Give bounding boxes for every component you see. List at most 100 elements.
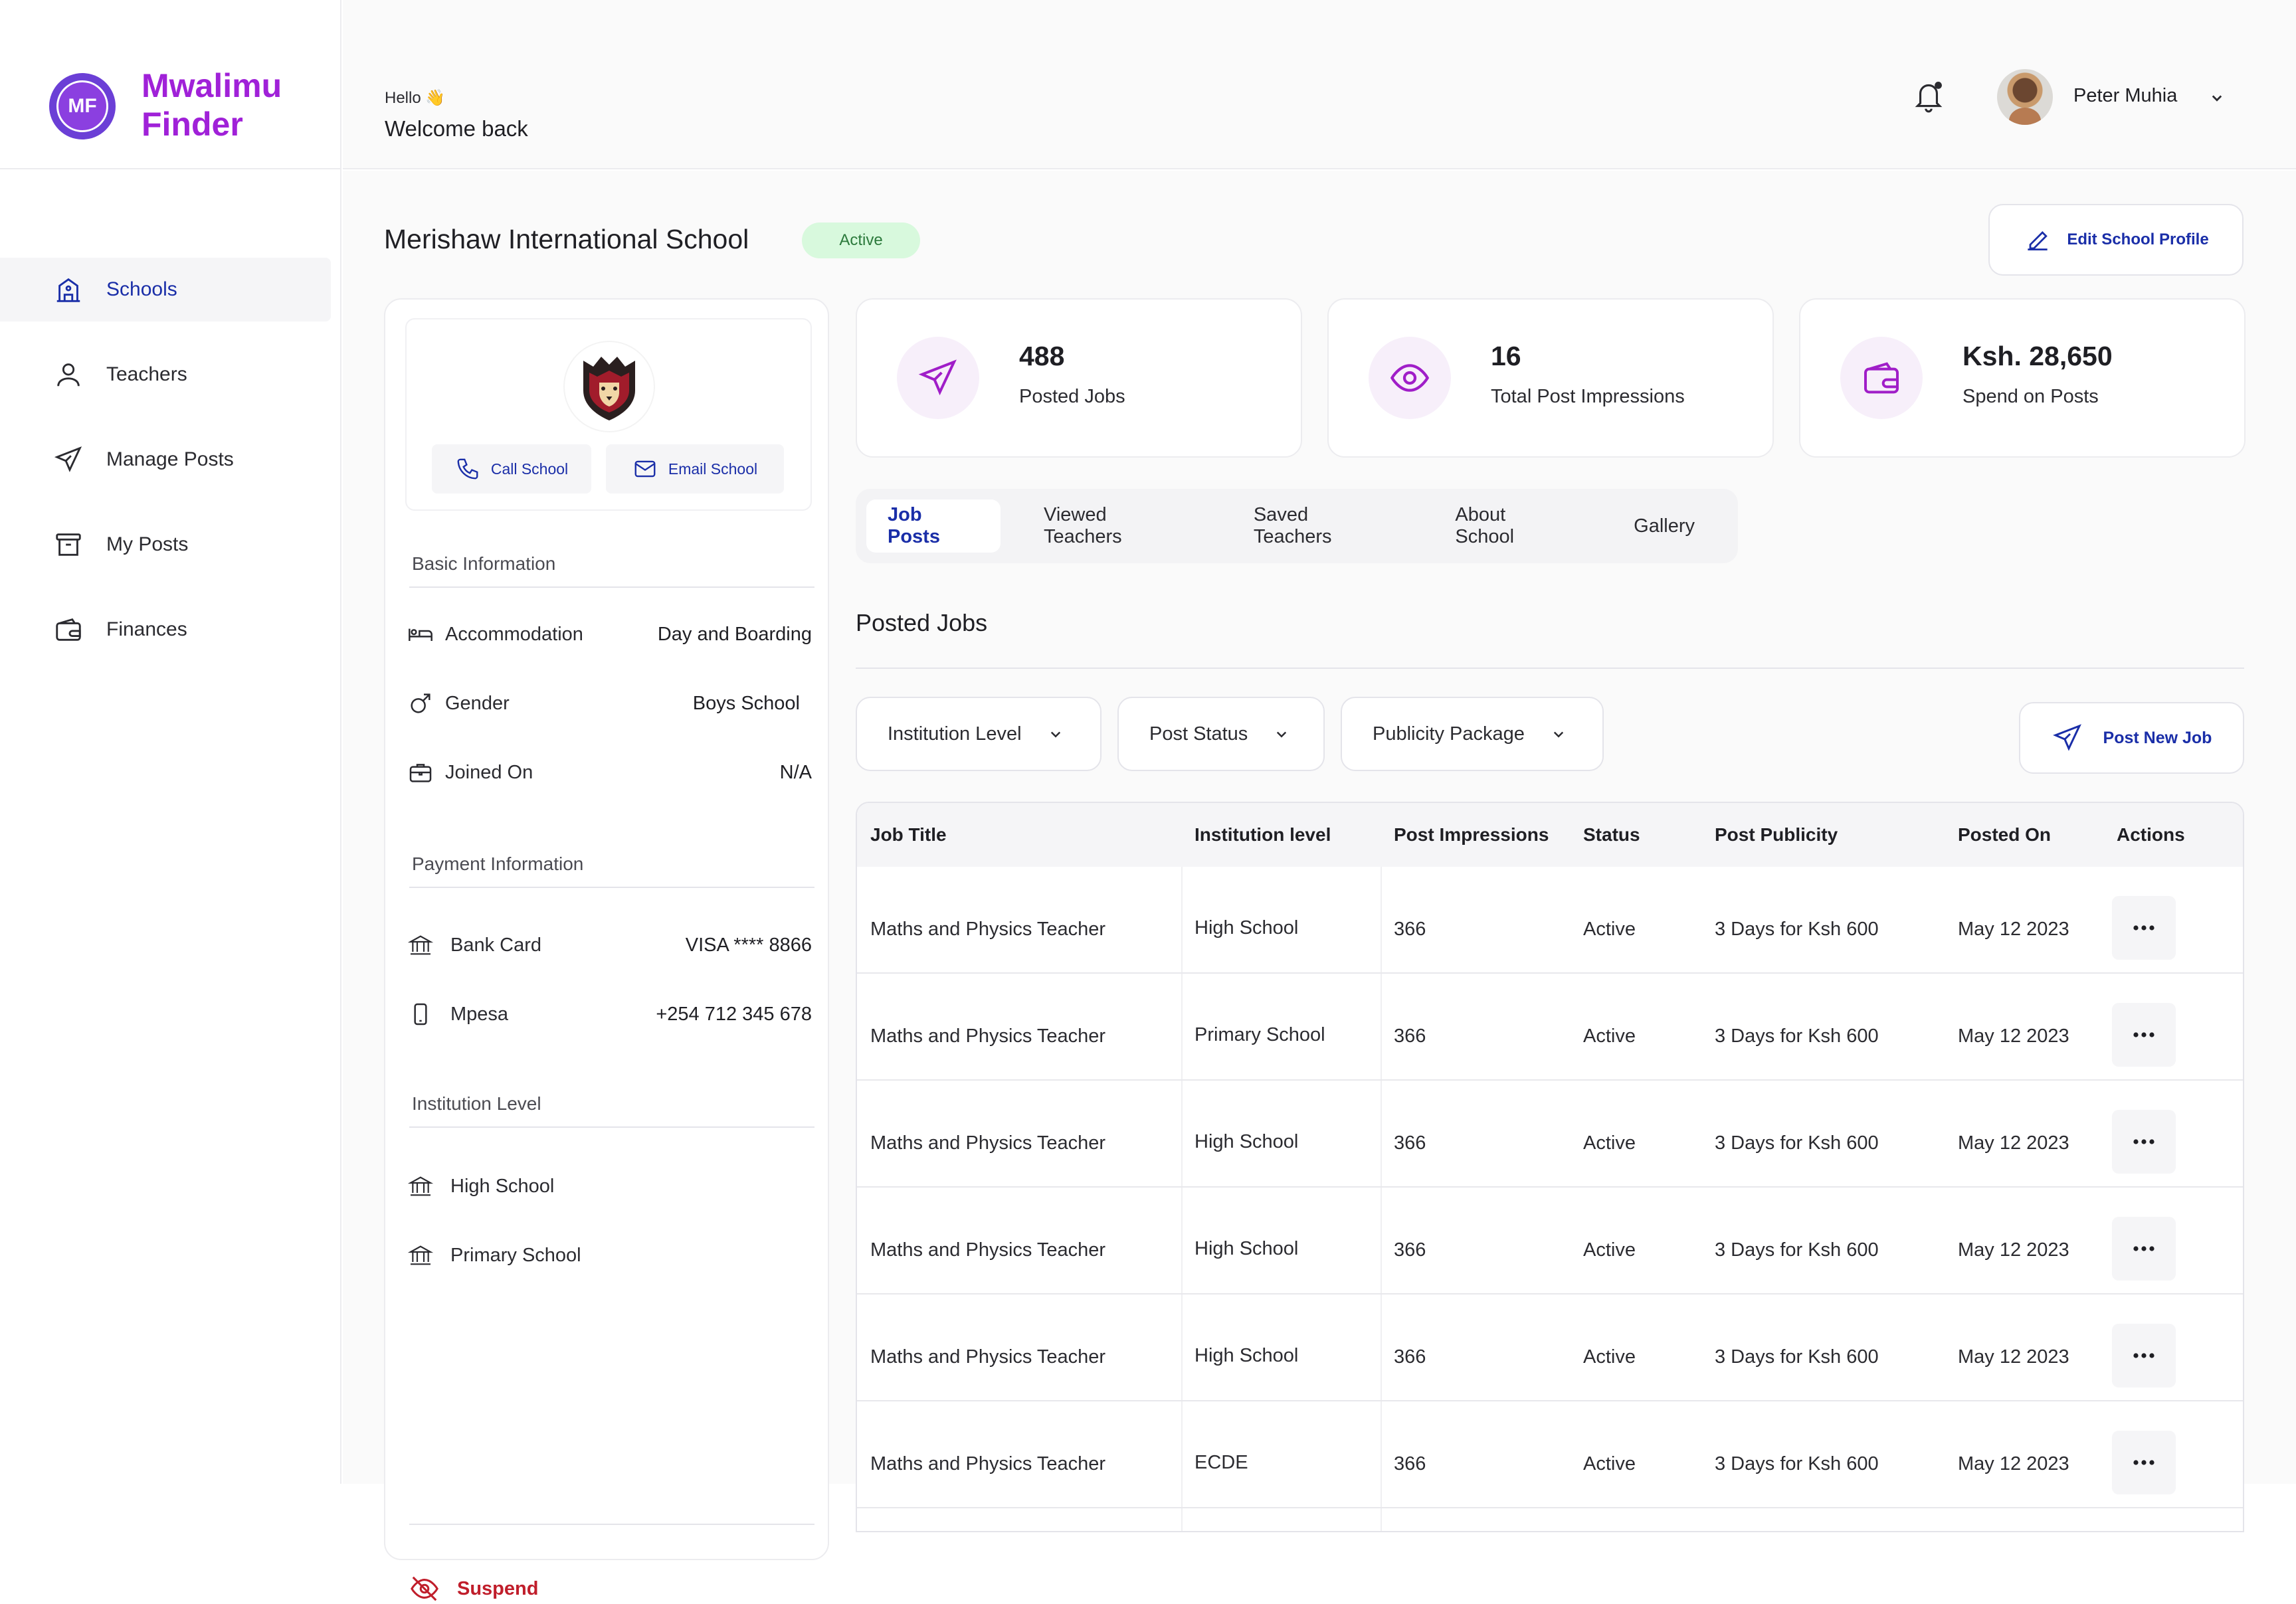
sidebar: MF Mwalimu Finder Schools Teachers Manag… (0, 0, 341, 1484)
sidebar-item-finances[interactable]: Finances (0, 598, 331, 662)
row-actions-button[interactable] (2112, 1110, 2176, 1174)
column-header-status[interactable]: Status (1583, 824, 1640, 846)
cell-job-title: Maths and Physics Teacher (870, 919, 1105, 940)
avatar[interactable] (1997, 69, 2053, 125)
chevron-down-icon[interactable] (2207, 88, 2227, 108)
table-row[interactable]: Maths and Physics TeacherHigh School366A… (857, 867, 2243, 974)
stat-card-impressions: 16 Total Post Impressions (1327, 298, 1774, 458)
sidebar-item-label: Teachers (106, 363, 187, 386)
info-row-gender: Gender Boys School (405, 687, 812, 720)
row-actions-button[interactable] (2112, 1324, 2176, 1387)
tab-saved-teachers[interactable]: Saved Teachers (1232, 499, 1412, 553)
sidebar-item-schools[interactable]: Schools (0, 258, 331, 321)
info-value: Day and Boarding (658, 624, 812, 646)
stat-icon-circle (1840, 337, 1923, 419)
post-new-job-button[interactable]: Post New Job (2019, 702, 2244, 774)
edit-school-profile-button[interactable]: Edit School Profile (1988, 204, 2244, 276)
call-school-button[interactable]: Call School (432, 444, 591, 493)
row-actions-button[interactable] (2112, 1003, 2176, 1067)
cell-job-title: Maths and Physics Teacher (870, 1025, 1105, 1047)
brand-logo-initials: MF (56, 80, 108, 132)
brand-name[interactable]: Mwalimu Finder (142, 66, 282, 143)
cell-job-title: Maths and Physics Teacher (870, 1239, 1105, 1261)
edit-school-profile-label: Edit School Profile (2067, 230, 2208, 249)
cell-status: Active (1583, 919, 1636, 940)
topbar: Hello 👋 Welcome back Peter Muhia (343, 0, 2296, 169)
sidebar-item-label: My Posts (106, 533, 188, 556)
filter-label: Post Status (1149, 723, 1248, 745)
cell-post-publicity: 3 Days for Ksh 600 (1715, 1132, 1879, 1154)
filter-publicity-package[interactable]: Publicity Package (1341, 697, 1604, 771)
tab-about-school[interactable]: About School (1434, 499, 1590, 553)
sidebar-nav: Schools Teachers Manage Posts My Posts F… (0, 258, 331, 683)
cell-post-impressions: 366 (1394, 1239, 1426, 1261)
table-row[interactable]: Maths and Physics TeacherHigh School366A… (857, 1188, 2243, 1294)
info-label: High School (450, 1176, 554, 1198)
email-school-button[interactable]: Email School (606, 444, 784, 493)
divider (409, 1524, 814, 1525)
page-title: Merishaw International School (384, 224, 749, 255)
school-profile-card: Call School Email School Basic Informati… (384, 298, 829, 1560)
post-new-job-label: Post New Job (2103, 729, 2212, 748)
chevron-down-icon (1046, 724, 1066, 744)
institution-level-title: Institution Level (412, 1093, 541, 1114)
more-horizontal-icon (2131, 1352, 2157, 1360)
table-row[interactable]: Maths and Physics TeacherHigh School366A… (857, 1081, 2243, 1188)
sidebar-item-my-posts[interactable]: My Posts (0, 513, 331, 577)
row-actions-button[interactable] (2112, 1431, 2176, 1494)
column-header-job-title[interactable]: Job Title (870, 824, 947, 846)
info-row-primary-school: Primary School (405, 1239, 812, 1272)
filter-label: Publicity Package (1373, 723, 1525, 745)
school-crest-logo (565, 342, 654, 431)
call-school-label: Call School (491, 460, 568, 478)
filter-label: Institution Level (888, 723, 1022, 745)
info-value: N/A (780, 762, 812, 784)
status-badge: Active (802, 223, 920, 258)
cell-status: Active (1583, 1132, 1636, 1154)
tab-viewed-teachers[interactable]: Viewed Teachers (1022, 499, 1210, 553)
stat-label: Posted Jobs (1019, 386, 1125, 408)
suspend-button[interactable]: Suspend (409, 1573, 538, 1604)
job-posts-table: Job Title Institution level Post Impress… (856, 802, 2244, 1532)
column-header-institution-level[interactable]: Institution level (1195, 824, 1331, 846)
tab-job-posts[interactable]: Job Posts (866, 499, 1001, 553)
user-icon (53, 359, 84, 390)
sidebar-item-manage-posts[interactable]: Manage Posts (0, 428, 331, 491)
male-icon (405, 688, 436, 719)
row-actions-button[interactable] (2112, 896, 2176, 960)
notification-bell-icon[interactable] (1912, 78, 1945, 114)
row-actions-button[interactable] (2112, 1217, 2176, 1281)
column-header-post-publicity[interactable]: Post Publicity (1715, 824, 1838, 846)
cell-post-impressions: 366 (1394, 1453, 1426, 1475)
table-row[interactable]: Maths and Physics TeacherECDE366Active3 … (857, 1401, 2243, 1508)
phone-device-icon (405, 999, 436, 1029)
info-value: VISA **** 8866 (686, 935, 812, 956)
info-label: Mpesa (450, 1004, 508, 1025)
table-row[interactable]: Maths and Physics TeacherHigh School366A… (857, 1294, 2243, 1401)
cell-posted-on: May 12 2023 (1958, 919, 2069, 940)
bank-icon (405, 1171, 436, 1202)
cell-post-publicity: 3 Days for Ksh 600 (1715, 1025, 1879, 1047)
user-name[interactable]: Peter Muhia (2073, 85, 2177, 107)
cell-institution-level: ECDE (1195, 1452, 1248, 1474)
brand-name-line2: Finder (142, 105, 282, 143)
filter-institution-level[interactable]: Institution Level (856, 697, 1101, 771)
info-label: Primary School (450, 1245, 581, 1267)
cell-post-publicity: 3 Days for Ksh 600 (1715, 1453, 1879, 1475)
filter-post-status[interactable]: Post Status (1117, 697, 1325, 771)
email-school-label: Email School (668, 460, 757, 478)
stat-value: 488 (1019, 341, 1064, 372)
cell-post-impressions: 366 (1394, 919, 1426, 940)
column-header-post-impressions[interactable]: Post Impressions (1394, 824, 1549, 846)
sidebar-item-teachers[interactable]: Teachers (0, 343, 331, 406)
table-row[interactable]: Maths and Physics TeacherPrimary School3… (857, 974, 2243, 1081)
cell-post-impressions: 366 (1394, 1346, 1426, 1368)
brand-logo[interactable]: MF (49, 73, 116, 139)
tab-gallery[interactable]: Gallery (1612, 499, 1716, 553)
bank-icon (405, 930, 436, 960)
eye-icon (1388, 357, 1431, 399)
more-horizontal-icon (2131, 1459, 2157, 1467)
info-row-high-school: High School (405, 1170, 812, 1203)
cell-status: Active (1583, 1346, 1636, 1368)
column-header-posted-on[interactable]: Posted On (1958, 824, 2051, 846)
